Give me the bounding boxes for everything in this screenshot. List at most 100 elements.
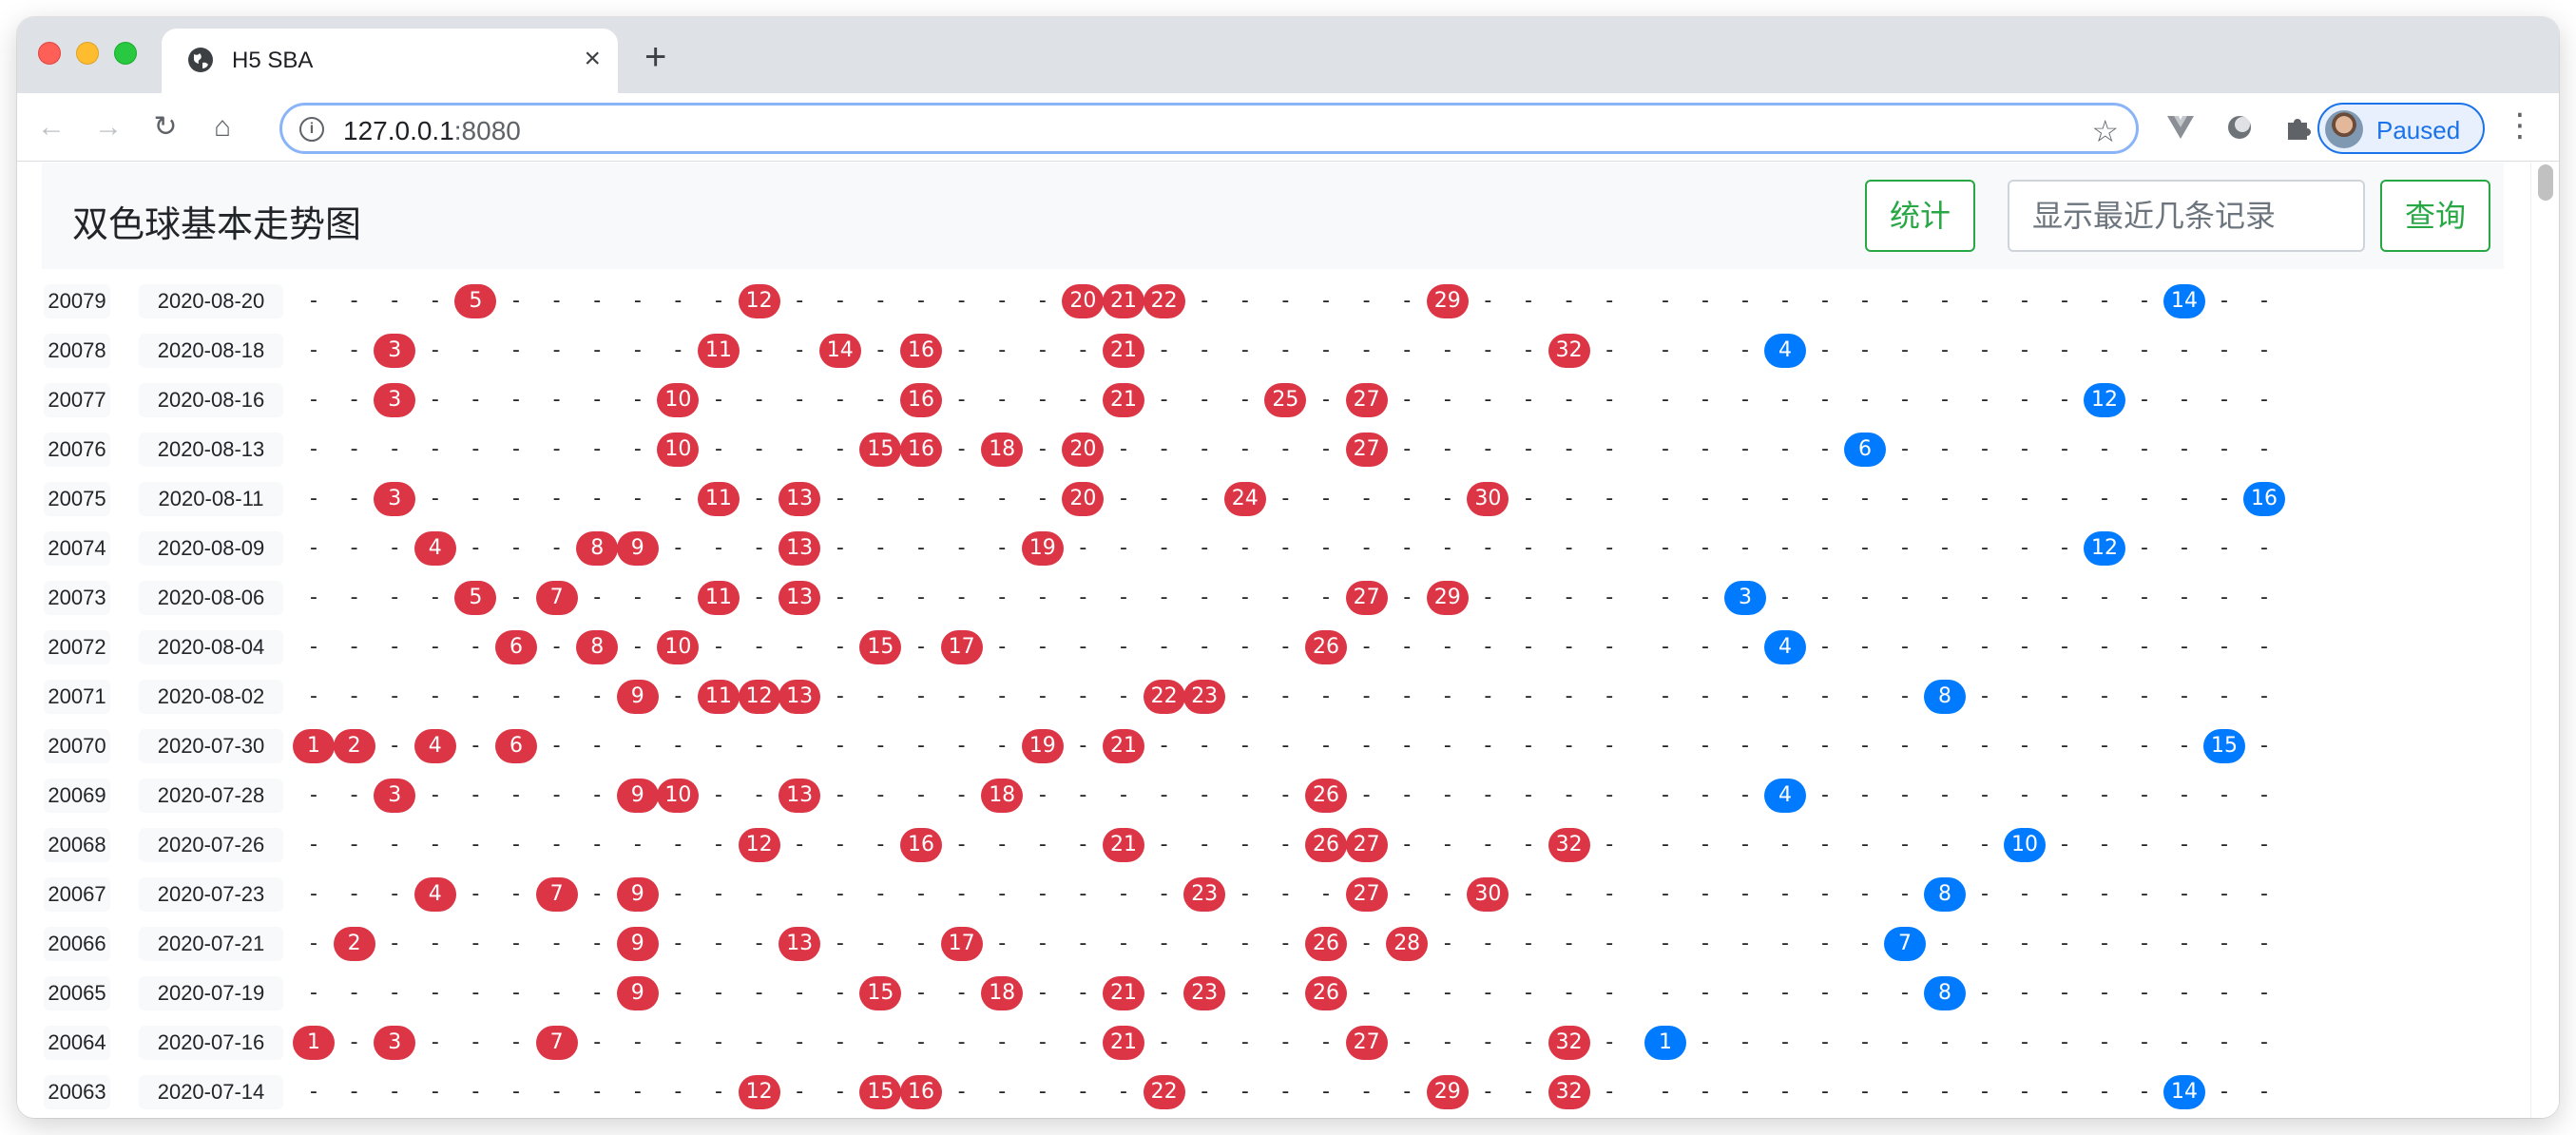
profile-button[interactable]: Paused (2317, 103, 2485, 154)
minimize-window-button[interactable] (76, 42, 99, 65)
close-tab-icon[interactable]: × (584, 44, 601, 74)
empty-cell: - (512, 833, 520, 856)
empty-cell: - (2181, 437, 2188, 461)
empty-cell: - (715, 783, 722, 807)
empty-cell: - (1701, 586, 1709, 609)
more-menu-icon[interactable]: ⋮ (2504, 106, 2536, 144)
query-button[interactable]: 查询 (2380, 180, 2490, 252)
empty-cell: - (998, 487, 1007, 510)
empty-cell: - (350, 289, 358, 313)
red-ball: 23 (1183, 877, 1226, 912)
empty-cell: - (2061, 338, 2068, 362)
empty-cell: - (715, 932, 722, 955)
extension-circle-icon[interactable] (2220, 108, 2259, 146)
table-row: 20077 2020-08-16- -3- - - - - -10- - - - -16- - - -21-… (17, 375, 2530, 425)
record-count-input[interactable]: 显示最近几条记录 (2008, 180, 2365, 252)
empty-cell: - (1662, 932, 1669, 955)
empty-cell: - (2220, 1030, 2228, 1054)
empty-cell: - (2141, 833, 2148, 856)
empty-cell: - (1362, 635, 1371, 659)
empty-cell: - (1901, 437, 1909, 461)
empty-cell: - (1981, 1030, 1989, 1054)
red-ball: 16 (900, 1075, 942, 1109)
empty-cell: - (1403, 388, 1412, 412)
red-ball: 22 (1143, 1075, 1185, 1109)
empty-cell: - (998, 882, 1007, 906)
empty-cell: - (512, 586, 520, 609)
empty-cell: - (917, 1030, 925, 1054)
empty-cell: - (1160, 338, 1168, 362)
maximize-window-button[interactable] (114, 42, 137, 65)
empty-cell: - (2021, 932, 2028, 955)
red-ball: 9 (616, 877, 659, 912)
empty-cell: - (836, 783, 844, 807)
reload-icon[interactable]: ↻ (146, 108, 184, 146)
site-info-icon[interactable]: i (299, 117, 324, 142)
puzzle-extensions-icon[interactable] (2279, 108, 2317, 146)
bookmark-star-icon[interactable]: ☆ (2091, 113, 2119, 149)
draw-date: 2020-08-09 (139, 531, 283, 566)
vertical-scrollbar[interactable] (2530, 163, 2559, 1118)
empty-cell: - (2021, 635, 2028, 659)
empty-cell: - (1281, 833, 1290, 856)
empty-cell: - (1701, 1080, 1709, 1104)
empty-cell: - (471, 1080, 480, 1104)
vue-devtools-extension-icon[interactable] (2162, 108, 2200, 146)
empty-cell: - (1565, 981, 1573, 1005)
red-ball: 28 (1386, 927, 1429, 961)
close-window-button[interactable] (38, 42, 61, 65)
red-ball: 3 (374, 383, 416, 417)
empty-cell: - (1240, 338, 1249, 362)
empty-cell: - (1443, 487, 1451, 510)
stats-button[interactable]: 统计 (1865, 180, 1975, 252)
empty-cell: - (471, 833, 480, 856)
browser-window: H5 SBA × + ← → ↻ ⌂ i 127.0.0.1:8080 ☆ Pa… (17, 17, 2559, 1118)
back-arrow-icon[interactable]: ← (32, 108, 70, 146)
empty-cell: - (1038, 981, 1047, 1005)
draw-date: 2020-07-26 (139, 828, 283, 862)
empty-cell: - (1701, 536, 1709, 560)
empty-cell: - (1240, 1030, 1249, 1054)
empty-cell: - (1941, 388, 1949, 412)
empty-cell: - (1605, 783, 1614, 807)
page-content: 双色球基本走势图 统计 显示最近几条记录 查询 20079 2020-08-20 -… (17, 163, 2559, 1118)
empty-cell: - (957, 1080, 966, 1104)
empty-cell: - (876, 734, 885, 758)
empty-cell: - (1403, 882, 1412, 906)
scrollbar-thumb[interactable] (2538, 164, 2553, 201)
issue-number: 20069 (44, 779, 110, 813)
empty-cell: - (876, 388, 885, 412)
red-ball: 32 (1548, 1075, 1590, 1109)
forward-arrow-icon[interactable]: → (89, 108, 127, 146)
empty-cell: - (1741, 734, 1749, 758)
empty-cell: - (2260, 1030, 2268, 1054)
blue-ball: 1 (1644, 1026, 1686, 1060)
tab-h5-sba[interactable]: H5 SBA × (162, 29, 618, 93)
empty-cell: - (1821, 635, 1829, 659)
empty-cell: - (1901, 586, 1909, 609)
red-ball: 20 (1062, 433, 1105, 467)
empty-cell: - (391, 981, 399, 1005)
new-tab-button[interactable]: + (644, 38, 666, 76)
empty-cell: - (957, 734, 966, 758)
address-bar[interactable]: i 127.0.0.1:8080 ☆ (279, 103, 2139, 154)
empty-cell: - (633, 1080, 642, 1104)
red-ball: 27 (1345, 581, 1388, 615)
empty-cell: - (836, 684, 844, 708)
empty-cell: - (1403, 635, 1412, 659)
empty-cell: - (1443, 388, 1451, 412)
red-ball: 22 (1143, 680, 1185, 714)
red-ball: 27 (1345, 828, 1388, 862)
red-ball: 3 (374, 779, 416, 813)
empty-cell: - (836, 932, 844, 955)
empty-cell: - (917, 684, 925, 708)
empty-cell: - (1821, 882, 1829, 906)
empty-cell: - (1662, 635, 1669, 659)
empty-cell: - (2260, 932, 2268, 955)
table-row: 20072 2020-08-04- - - - -6-8-10- - - -15-17- - - - -… (17, 623, 2530, 672)
empty-cell: - (1741, 388, 1749, 412)
red-ball: 30 (1467, 482, 1509, 516)
home-icon[interactable]: ⌂ (203, 108, 241, 146)
empty-cell: - (957, 981, 966, 1005)
empty-cell: - (512, 783, 520, 807)
